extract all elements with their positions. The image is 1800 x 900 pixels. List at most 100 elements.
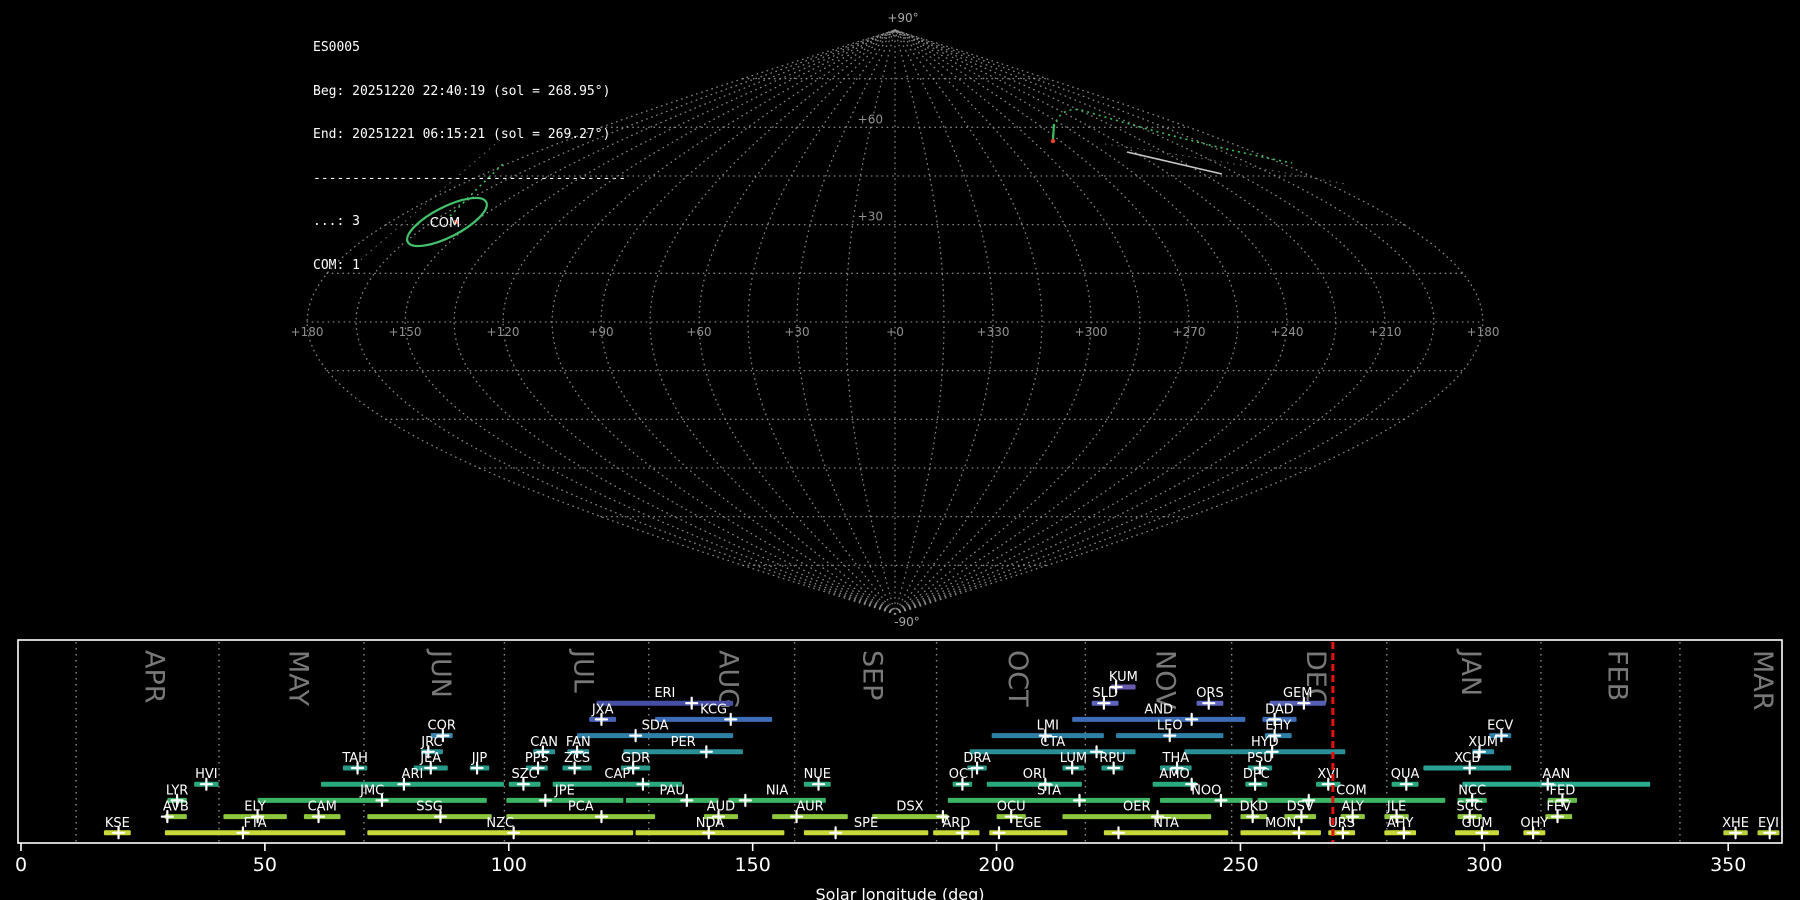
sky-map: +180 +150 +120 +90 +60 +30 +0 +330 +300 +270 +240 +… — [291, 11, 1500, 629]
x-axis-tick-label: 50 — [253, 854, 277, 876]
shower-peak-marker — [1111, 826, 1126, 840]
shower-code-label: CAM — [308, 800, 337, 815]
shower-code-label: CAN — [530, 735, 558, 750]
shower-avb: AVB — [160, 800, 189, 824]
shower-code-label: RPU — [1099, 751, 1125, 766]
shower-code-label: OCU — [997, 800, 1026, 815]
shower-zcs: ZCS — [562, 751, 592, 775]
x-axis-tick-label: 100 — [491, 854, 527, 876]
shower-activity-bar — [320, 781, 504, 787]
shower-peak-marker — [636, 777, 650, 791]
shower-nta: NTA — [1103, 816, 1229, 840]
radiant-drift-path — [449, 161, 506, 217]
radiant-drift-tip-segment — [1051, 123, 1056, 140]
x-axis-tick-label: 350 — [1710, 854, 1746, 876]
shower-activity-bar — [257, 797, 487, 803]
shower-code-label: AUR — [796, 800, 823, 815]
shower-activity-bar — [803, 830, 929, 836]
shower-activity-bar — [577, 733, 734, 739]
shower-ard: ARD — [933, 816, 980, 840]
shower-xhe: XHE — [1722, 816, 1749, 840]
shower-gum: GUM — [1455, 816, 1499, 840]
x-axis-tick-label: 150 — [735, 854, 771, 876]
shower-peak-marker — [1072, 793, 1087, 807]
shower-oct: OCT — [949, 767, 976, 791]
longitude-label: +30 — [784, 325, 809, 339]
shower-code-label: JXA — [591, 702, 614, 717]
shower-ege: EGE — [989, 816, 1068, 840]
sky-grid — [306, 29, 1484, 615]
shower-peak-marker — [1185, 712, 1199, 726]
latitude-label: +30 — [858, 210, 883, 224]
month-label-jun: JUN — [425, 648, 456, 698]
shower-code-label: AAN — [1542, 767, 1570, 782]
shower-ohy: OHY — [1520, 816, 1548, 840]
shower-sta: STA — [947, 783, 1151, 807]
shower-ors: ORS — [1196, 686, 1224, 710]
shower-code-label: FTA — [244, 816, 267, 831]
shower-code-label: NTA — [1153, 816, 1179, 831]
shower-code-label: KSE — [105, 816, 130, 831]
month-label-jan: JAN — [1455, 648, 1486, 696]
shower-code-label: EGE — [1015, 816, 1042, 831]
shower-nue: NUE — [804, 767, 831, 791]
shower-code-label: AUD — [707, 800, 735, 815]
shower-pca: PCA — [506, 800, 656, 824]
shower-code-label: SLD — [1092, 686, 1118, 701]
shower-code-label: GEM — [1283, 686, 1313, 701]
longitude-label: +0 — [886, 325, 904, 339]
shower-code-label: HVI — [195, 767, 218, 782]
x-axis-tick-label: 250 — [1222, 854, 1258, 876]
shower-peak-marker — [538, 793, 552, 807]
sky-gridline — [894, 29, 1092, 615]
shower-code-label: QUA — [1391, 767, 1420, 782]
shower-code-label: SSG — [416, 800, 443, 815]
shower-activity-bar — [772, 814, 848, 820]
shower-peak-marker — [738, 793, 752, 807]
shower-code-label: PSU — [1247, 751, 1273, 766]
shower-code-label: XVI — [1317, 767, 1339, 782]
x-axis-tick-label: 200 — [978, 854, 1014, 876]
shower-jxa: JXA — [589, 702, 617, 726]
shower-code-label: ORI — [1023, 767, 1046, 782]
shower-code-label: DSV — [1287, 800, 1314, 815]
shower-code-label: NZC — [486, 816, 514, 831]
com-radiant-label: COM — [430, 216, 461, 231]
shower-code-label: PPS — [525, 751, 549, 766]
shower-activity-bar — [625, 797, 719, 803]
shower-code-label: JLE — [1386, 800, 1406, 815]
shower-code-label: STA — [1037, 783, 1061, 798]
shower-code-label: ECV — [1487, 719, 1513, 734]
shower-activity-bar — [986, 781, 1082, 787]
shower-code-label: XHE — [1722, 816, 1749, 831]
radiant-drift-path — [1053, 108, 1293, 164]
shower-code-label: SZC — [512, 767, 538, 782]
longitude-label: +150 — [389, 325, 422, 339]
x-axis-title: Solar longitude (deg) — [816, 885, 985, 900]
shower-dpc: DPC — [1243, 767, 1270, 791]
shower-code-label: JMC — [359, 783, 384, 798]
shower-code-label: JIP — [471, 751, 488, 766]
shower-code-label: SCC — [1457, 800, 1483, 815]
longitude-label: +180 — [291, 325, 324, 339]
shower-szc: SZC — [508, 767, 541, 791]
shower-nda: NDA — [635, 816, 785, 840]
shower-sld: SLD — [1091, 686, 1119, 710]
shower-code-label: EVI — [1758, 816, 1779, 831]
shower-activity-bar — [1240, 830, 1321, 836]
shower-code-label: GUM — [1462, 816, 1493, 831]
shower-activity-bar — [506, 814, 656, 820]
shower-code-label: SDA — [642, 719, 669, 734]
shower-code-label: ELY — [244, 800, 266, 815]
shower-code-label: NUE — [804, 767, 831, 782]
shower-code-label: DRA — [963, 751, 991, 766]
shower-code-label: GDR — [621, 751, 650, 766]
month-label-apr: APR — [139, 650, 170, 704]
shower-code-label: FEV — [1546, 800, 1571, 815]
shower-bars: KUM ERI SLD ORS GEM JXA KCG AND DAD COR SDA LMI LEO E… — [103, 670, 1780, 840]
shower-code-label: LYR — [166, 783, 189, 798]
x-axis-tick-label: 0 — [15, 854, 27, 876]
shower-hvi: HVI — [194, 767, 219, 791]
shower-code-label: EHY — [1265, 719, 1291, 734]
shower-jmc: JMC — [257, 783, 487, 807]
